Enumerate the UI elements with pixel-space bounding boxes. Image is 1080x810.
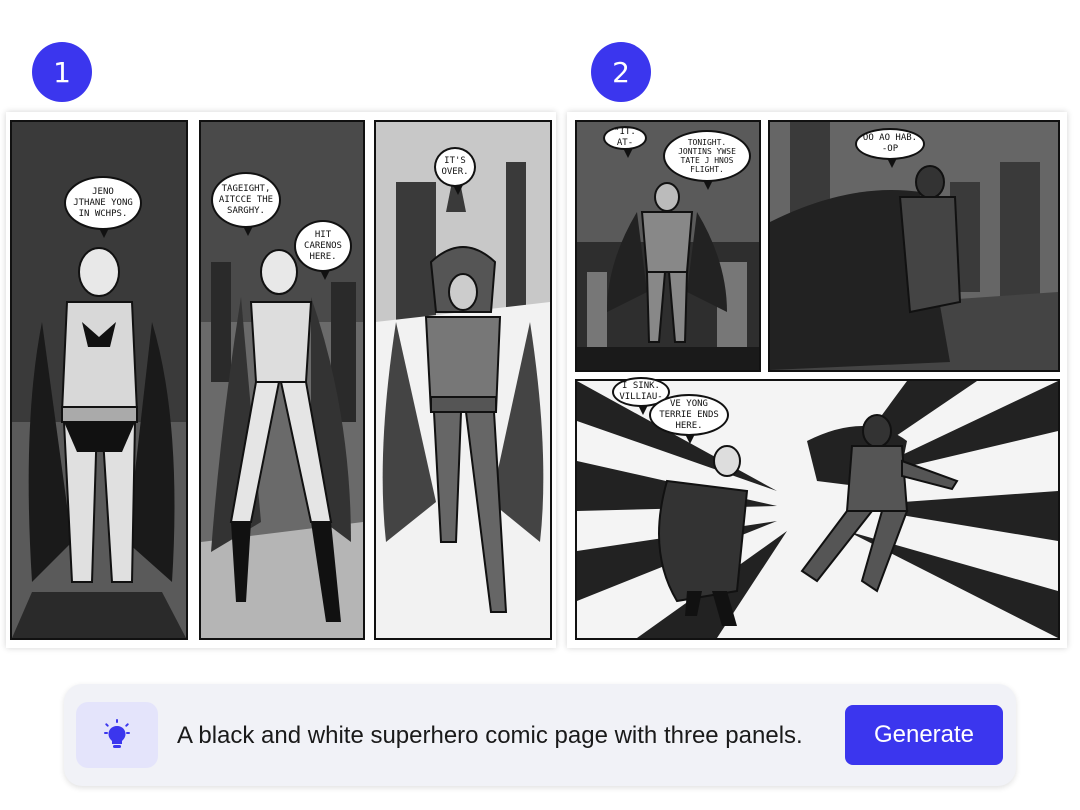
- speech-bubble: JENO JTHANE YONG IN WCHPS.: [64, 176, 142, 238]
- speech-bubble: IT'S OVER.: [434, 147, 476, 195]
- hero-illustration: [770, 122, 1058, 370]
- comic-page-1[interactable]: JENO JTHANE YONG IN WCHPS. TAGEIGHT, AIT…: [6, 112, 556, 648]
- lightbulb-icon: [104, 719, 130, 748]
- comic-panel: [374, 120, 552, 640]
- speech-bubble: TONIGHT. JONTINS YWSE TATE J HNOS FLIGHT…: [663, 130, 751, 190]
- prompt-bar: A black and white superhero comic page w…: [64, 684, 1016, 786]
- hero-illustration: [376, 122, 550, 638]
- comic-panel: [768, 120, 1060, 372]
- comic-page-2[interactable]: "IT. AT- TONIGHT. JONTINS YWSE TATE J HN…: [567, 112, 1067, 648]
- generate-button[interactable]: Generate: [845, 705, 1003, 765]
- speech-bubble: "IT. AT-: [603, 126, 647, 158]
- badge-option-1: 1: [32, 42, 92, 102]
- speech-bubble: OO AO HAB. -OP: [855, 128, 925, 168]
- speech-bubble: VE YONG TERRIE ENDS HERE.: [649, 394, 729, 444]
- badge-option-2: 2: [591, 42, 651, 102]
- speech-bubble: TAGEIGHT, AITCCE THE SARGHY.: [211, 172, 281, 236]
- comic-panel: [575, 379, 1060, 640]
- speech-bubble: HIT CARENOS HERE.: [294, 220, 352, 280]
- lightbulb-icon-container: [76, 702, 158, 768]
- prompt-text[interactable]: A black and white superhero comic page w…: [177, 722, 803, 750]
